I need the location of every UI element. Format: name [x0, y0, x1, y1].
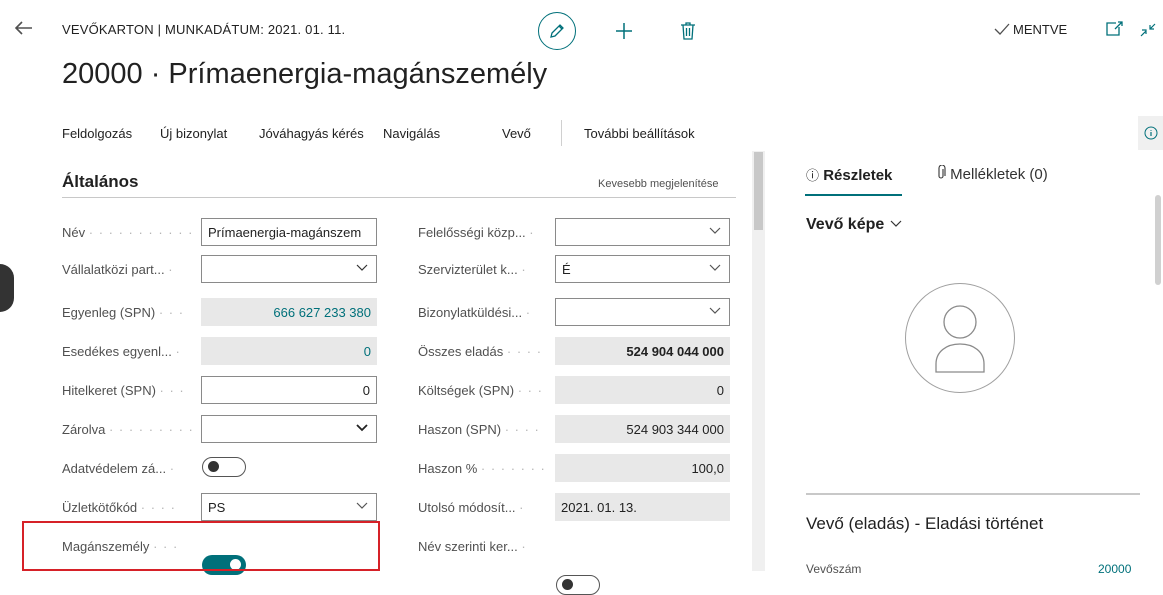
field-label-felelossegi: Felelősségi közp... · [418, 225, 535, 240]
chevron-down-icon [890, 220, 902, 227]
field-label-haszon-pct: Haszon % · · · · · · · [418, 461, 546, 476]
show-less-link[interactable]: Kevesebb megjelenítése [598, 178, 718, 190]
page-title: 20000 · Prímaenergia-magánszemély [62, 58, 548, 90]
checkmark-icon [993, 22, 1011, 41]
action-vevo[interactable]: Vevő [502, 126, 531, 141]
info-panel-toggle[interactable] [1138, 116, 1163, 150]
tab-active-indicator [805, 194, 902, 196]
field-label-hitelkeret: Hitelkeret (SPN) · · · [62, 383, 185, 398]
saved-status: MENTVE [1013, 22, 1068, 37]
total-sales-value: 524 904 044 000 [555, 337, 730, 365]
new-button[interactable] [612, 19, 636, 43]
profit-value: 524 903 344 000 [555, 415, 730, 443]
chevron-down-icon [356, 264, 368, 271]
sales-history-title: Vevő (eladás) - Eladási történet [806, 514, 1044, 533]
tab-mellekletek[interactable]: Mellékletek (0) [936, 164, 1048, 183]
chevron-down-icon [709, 227, 721, 234]
field-label-bizonylatkuldesi: Bizonylatküldési... · [418, 305, 532, 320]
field-label-nev: Név · · · · · · · · · · · · [62, 225, 197, 240]
field-label-szervizterulet: Szervizterület k... · [418, 262, 527, 277]
plus-icon [616, 23, 632, 39]
field-label-haszon: Haszon (SPN) · · · · [418, 422, 540, 437]
section-title: Általános [62, 172, 139, 191]
privacy-blocked-toggle[interactable] [202, 457, 246, 477]
field-label-utolso-modositas: Utolsó módosít... · [418, 500, 525, 515]
open-new-window-icon[interactable] [1104, 20, 1124, 43]
action-navigalas[interactable]: Navigálás [383, 126, 440, 141]
chevron-down-icon [709, 307, 721, 314]
field-label-zarolva: Zárolva · · · · · · · · · [62, 422, 194, 437]
blocked-select[interactable] [201, 415, 377, 443]
field-label-uzletkotokod: Üzletkötőkód · · · · [62, 500, 176, 515]
tab-reszletek[interactable]: ⓘ Részletek [806, 165, 892, 184]
field-label-koltsegek: Költségek (SPN) · · · [418, 383, 543, 398]
chevron-down-icon [709, 264, 721, 271]
customer-no-value[interactable]: 20000 [1098, 562, 1131, 576]
name-search-toggle[interactable] [556, 575, 600, 595]
name-input[interactable]: Prímaenergia-magánszem [201, 218, 377, 246]
balance-due-value[interactable]: 0 [201, 337, 377, 365]
field-label-esedekes: Esedékes egyenl... · [62, 344, 181, 359]
action-jovahagyas-keres[interactable]: Jóváhagyás kérés [259, 126, 364, 141]
costs-value: 0 [555, 376, 730, 404]
last-modified-value: 2021. 01. 13. [555, 493, 730, 521]
responsibility-center-select[interactable] [555, 218, 730, 246]
customer-picture-title[interactable]: Vevő képe [806, 216, 903, 234]
document-sending-select[interactable] [555, 298, 730, 326]
info-icon: ⓘ [806, 168, 820, 183]
paperclip-icon [938, 164, 946, 179]
action-feldolgozas[interactable]: Feldolgozás [62, 126, 132, 141]
field-label-osszes-eladas: Összes eladás · · · · [418, 344, 543, 359]
field-label-adatvedelem: Adatvédelem zá... · [62, 461, 176, 476]
action-tovabbi-beallitasok[interactable]: További beállítások [584, 126, 695, 141]
balance-value[interactable]: 666 627 233 380 [201, 298, 377, 326]
delete-button[interactable] [676, 19, 700, 43]
info-icon [1144, 126, 1157, 140]
service-zone-select[interactable]: É [555, 255, 730, 283]
edit-button[interactable] [538, 12, 576, 50]
factbox-divider [806, 493, 1140, 495]
customer-picture[interactable] [905, 283, 1015, 393]
field-label-vallalatkozi: Vállalatközi part... · [62, 262, 174, 277]
action-separator [561, 120, 562, 146]
person-icon [935, 305, 985, 373]
profit-pct-value: 100,0 [555, 454, 730, 482]
collapse-icon[interactable] [1139, 22, 1157, 43]
pencil-icon [550, 24, 564, 38]
field-label-egyenleg: Egyenleg (SPN) · · · [62, 305, 185, 320]
field-label-nev-szerinti: Név szerinti ker... · [418, 539, 527, 554]
highlight-box [22, 521, 380, 571]
factbox-scrollbar[interactable] [1155, 195, 1161, 285]
chevron-down-icon [356, 424, 368, 432]
ic-partner-select[interactable] [201, 255, 377, 283]
chevron-down-icon [356, 502, 368, 509]
back-arrow-icon[interactable] [10, 14, 38, 42]
customer-no-label: Vevőszám [806, 562, 862, 576]
credit-limit-input[interactable]: 0 [201, 376, 377, 404]
page-caption: VEVŐKARTON | MUNKADÁTUM: 2021. 01. 11. [62, 22, 346, 37]
action-uj-bizonylat[interactable]: Új bizonylat [160, 126, 227, 141]
section-divider [62, 197, 736, 198]
trash-icon [681, 22, 695, 40]
salesperson-code-select[interactable]: PS [201, 493, 377, 521]
side-handle[interactable] [0, 264, 14, 312]
content-scrollbar-thumb[interactable] [754, 152, 763, 230]
